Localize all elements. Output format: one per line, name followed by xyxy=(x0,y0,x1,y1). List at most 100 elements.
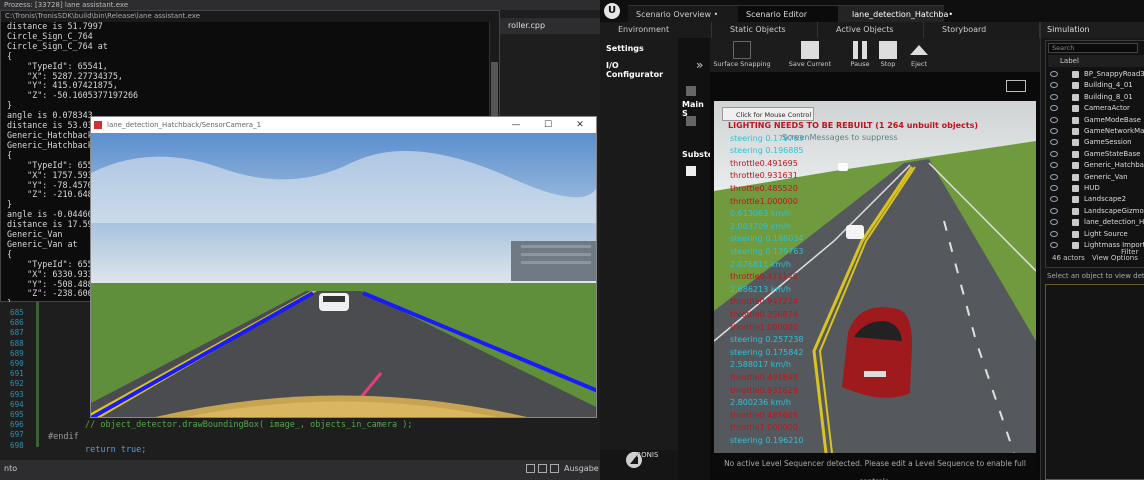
debug-line: throttle0.471146 xyxy=(730,272,798,282)
actor-icon xyxy=(1072,71,1079,78)
maximize-button[interactable]: ☐ xyxy=(533,118,563,132)
eye-icon[interactable] xyxy=(1050,128,1058,134)
io-configurator-item[interactable]: I/O Configurator xyxy=(606,61,678,79)
pause-icon xyxy=(853,41,867,59)
viewport-message: No active Level Sequencer detected. Plea… xyxy=(714,455,1036,480)
window-icon[interactable] xyxy=(538,464,547,473)
filter-label[interactable]: Filter xyxy=(1121,248,1138,256)
eye-icon[interactable] xyxy=(1050,185,1058,191)
ue-right-panel: Simulation Search Label BP_SnappyRoad3 Bu… xyxy=(1040,22,1144,480)
subtab-storyboard[interactable]: Storyboard xyxy=(924,22,1040,38)
eye-icon[interactable] xyxy=(1050,116,1058,123)
debug-line: steering 0.196210 xyxy=(730,436,804,445)
stop-button[interactable]: Stop xyxy=(876,41,900,68)
editor-tab-cpp[interactable]: roller.cpp xyxy=(500,18,600,34)
checkbox-icon[interactable] xyxy=(686,166,696,176)
eye-icon[interactable] xyxy=(1050,139,1058,146)
eye-icon[interactable] xyxy=(1050,173,1058,180)
camera-window[interactable]: lane_detection_Hatchback/SensorCamera_1 … xyxy=(90,116,597,418)
ue-subtabs: Environment Static Objects Active Object… xyxy=(600,22,1040,38)
close-icon[interactable] xyxy=(550,464,559,473)
actor-row[interactable]: Light Source xyxy=(1048,229,1144,240)
actor-row[interactable]: GameModeBase xyxy=(1048,115,1144,126)
mouse-control-tooltip[interactable]: Click for Mouse Control xyxy=(722,107,814,121)
eject-button[interactable]: Eject xyxy=(906,41,932,68)
label-column-header[interactable]: Label xyxy=(1048,55,1144,67)
actor-name: CameraActor xyxy=(1084,104,1130,113)
tab-scenario-overview[interactable]: Scenario Overview • xyxy=(628,5,738,22)
code-line-return[interactable]: return true; xyxy=(85,445,146,455)
subtab-environment[interactable]: Environment xyxy=(600,22,712,38)
actor-icon xyxy=(1072,173,1079,181)
debug-line: throttle0.485520 xyxy=(730,184,798,193)
eye-icon[interactable] xyxy=(1050,219,1058,226)
actor-row[interactable]: Building_8_01 xyxy=(1048,92,1144,103)
eye-icon[interactable] xyxy=(1050,196,1058,203)
chevron-right-icon[interactable]: » xyxy=(696,58,703,72)
actor-row[interactable]: GameNetworkMan xyxy=(1048,126,1144,137)
actor-row[interactable]: HUD xyxy=(1048,183,1144,194)
layout-icon[interactable] xyxy=(1006,80,1026,92)
debug-line: 2.686213 km/h xyxy=(730,284,791,294)
surface-snapping-label: Surface Snapping xyxy=(713,60,771,68)
details-message: Select an object to view details. xyxy=(1047,272,1144,280)
code-comment: // object_detector.drawBoundingBox( imag… xyxy=(85,420,413,430)
actor-icon xyxy=(1072,162,1079,170)
actor-row[interactable]: lane_detection_Ha xyxy=(1048,217,1144,228)
debug-line: 0.613063 km/h xyxy=(730,209,791,219)
debug-line: 2.003709 km/h xyxy=(730,221,791,231)
actor-icon xyxy=(1072,116,1079,124)
save-current-button[interactable]: Save Current xyxy=(784,41,836,68)
camera-titlebar[interactable]: lane_detection_Hatchback/SensorCamera_1 … xyxy=(91,117,596,133)
snapping-icon xyxy=(733,41,751,59)
debug-line: steering 0.188034 xyxy=(730,234,804,244)
actor-row[interactable]: Landscape2 xyxy=(1048,194,1144,205)
pin-icon[interactable] xyxy=(526,464,535,473)
subtab-active-objects[interactable]: Active Objects xyxy=(818,22,924,38)
outliner-search-input[interactable]: Search xyxy=(1048,43,1138,53)
status-text: nto xyxy=(4,464,18,473)
actor-row[interactable]: BP_SnappyRoad3 xyxy=(1048,69,1144,80)
eye-icon[interactable] xyxy=(1050,230,1058,237)
subtab-static-objects[interactable]: Static Objects xyxy=(712,22,818,38)
code-line-endif[interactable]: #endif xyxy=(48,432,79,442)
minimize-button[interactable]: — xyxy=(501,118,531,132)
eye-icon[interactable] xyxy=(1050,150,1058,157)
actor-row[interactable]: Building_4_01 xyxy=(1048,80,1144,91)
save-icon xyxy=(801,41,819,59)
surface-snapping-button[interactable]: Surface Snapping xyxy=(710,41,774,68)
actor-row[interactable]: GameSession xyxy=(1048,137,1144,148)
eye-icon[interactable] xyxy=(1050,82,1058,89)
unreal-logo-icon: U xyxy=(604,3,620,19)
actor-row[interactable]: GameStateBase xyxy=(1048,149,1144,160)
actor-name: BP_SnappyRoad3 xyxy=(1084,70,1144,78)
eye-icon[interactable] xyxy=(1050,105,1058,112)
actor-name: Light Source xyxy=(1084,229,1128,238)
eye-icon[interactable] xyxy=(1050,71,1058,77)
eye-icon[interactable] xyxy=(1050,93,1058,100)
viewport-panel[interactable]: Click for Mouse Control LIGHTING NEEDS T… xyxy=(710,72,1040,480)
tab-lane-detection[interactable]: lane_detection_Hatchba• xyxy=(838,5,953,22)
details-panel xyxy=(1045,284,1144,480)
pause-button[interactable]: Pause xyxy=(848,41,872,68)
actor-row[interactable]: Generic_Van xyxy=(1048,172,1144,183)
output-tab[interactable]: Ausgabe xyxy=(564,464,599,473)
substep-label: Subste xyxy=(682,150,714,159)
settings-item[interactable]: Settings xyxy=(606,44,644,53)
debug-line: throttle0.931629 xyxy=(730,385,798,395)
eye-icon[interactable] xyxy=(1050,207,1058,214)
tab-scenario-editor[interactable]: Scenario Editor xyxy=(738,5,838,22)
actor-icon xyxy=(1072,139,1079,147)
grip-icon[interactable] xyxy=(686,86,696,96)
actor-row[interactable]: CameraActor xyxy=(1048,103,1144,114)
vs-status-bar: nto Ausgabe xyxy=(0,460,600,480)
actor-row[interactable]: Generic_Hatchbac xyxy=(1048,160,1144,171)
tab-simulation[interactable]: Simulation xyxy=(1041,22,1144,38)
checkbox-icon[interactable] xyxy=(686,116,696,126)
eye-icon[interactable] xyxy=(1050,162,1058,169)
eye-icon[interactable] xyxy=(1050,242,1058,248)
close-button[interactable]: ✕ xyxy=(565,118,595,132)
code-line-comment[interactable]: // object_detector.drawBoundingBox( imag… xyxy=(85,420,413,430)
eject-label: Eject xyxy=(910,60,928,68)
actor-row[interactable]: LandscapeGizmoA xyxy=(1048,206,1144,217)
